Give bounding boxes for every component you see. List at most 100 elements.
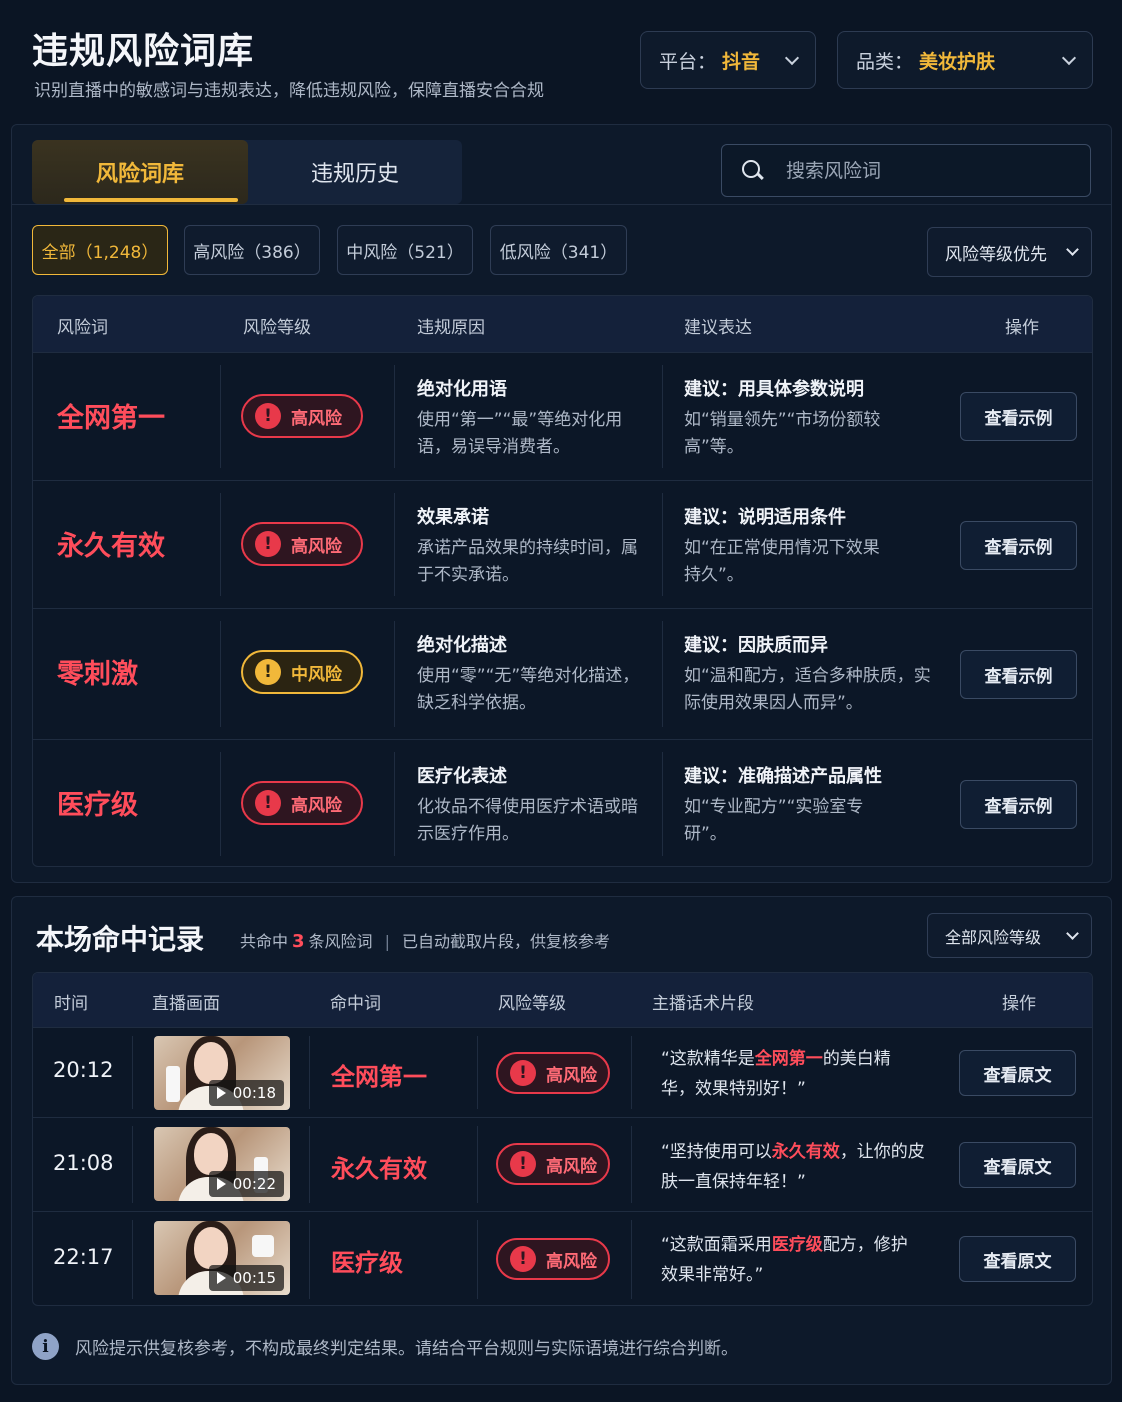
page-title: 违规风险词库 [32,31,255,72]
hit-term: 永久有效 [331,1155,427,1183]
duration-badge: 00:18 [208,1080,284,1106]
search-box[interactable] [721,144,1091,197]
chevron-down-icon [1066,243,1079,256]
alert-icon: ! [255,403,281,429]
table-header: 风险词 风险等级 违规原因 建议表达 操作 [33,296,1092,352]
reason-title: 绝对化用语 [417,379,507,400]
column-header: 直播画面 [152,994,220,1014]
summary-note: 已自动截取片段，供复核参考 [401,932,610,951]
alert-icon: ! [510,1060,536,1086]
disclaimer-notice: i 风险提示供复核参考，不构成最终判定结果。请结合平台规则与实际语境进行综合判断… [32,1333,738,1360]
summary-prefix: 共命中 [240,932,289,951]
host-quote: “这款精华是全网第一的美白精华，效果特别好！” [661,1044,921,1104]
table-row: 零刺激 ! 中风险 绝对化描述 使用“零”“无”等绝对化描述，缺乏科学依据。 建… [33,608,1092,739]
platform-value: 抖音 [722,50,761,73]
column-divider [220,365,221,468]
sort-select[interactable]: 风险等级优先 [927,227,1092,277]
tab-violation-history[interactable]: 违规历史 [248,140,462,204]
column-header: 建议表达 [684,318,752,338]
risk-level-label: 高风险 [291,408,342,429]
column-header: 命中词 [330,994,381,1014]
summary-suffix: 条风险词 [308,932,373,951]
view-original-button[interactable]: 查看原文 [959,1236,1076,1282]
column-divider [220,621,221,727]
table-row: 20:12 00:18 全网第一 ! 高风险 “这款精华是全网第一的美白精华，效… [33,1027,1092,1117]
hit-count: 3 [292,931,305,952]
hit-term: 医疗级 [331,1249,403,1277]
level-filter-select[interactable]: 全部风险等级 [927,913,1092,958]
risk-level-label: 高风险 [546,1065,597,1086]
column-divider [220,752,221,856]
table-header: 时间 直播画面 命中词 风险等级 主播话术片段 操作 [33,973,1092,1027]
hit-time: 21:08 [53,1151,114,1175]
suggestion-title: 建议：因肤质而异 [684,635,828,656]
live-thumbnail[interactable]: 00:22 [154,1127,290,1201]
play-icon [216,1178,226,1190]
view-original-button[interactable]: 查看原文 [959,1050,1076,1096]
quote-text: “坚持使用可以 [661,1142,772,1162]
reason-text: 使用“零”“无”等绝对化描述，缺乏科学依据。 [417,666,640,713]
filter-all[interactable]: 全部（1,248） [32,225,168,275]
info-icon: i [32,1333,59,1360]
reason-title: 医疗化表述 [417,766,507,787]
column-divider [631,1220,632,1299]
column-divider [477,1126,478,1203]
category-select[interactable]: 品类： 美妆护肤 [837,31,1093,89]
column-header: 操作 [1005,318,1039,338]
alert-icon: ! [510,1246,536,1272]
column-divider [309,1220,310,1299]
view-example-button[interactable]: 查看示例 [960,650,1077,699]
category-value: 美妆护肤 [919,50,996,73]
live-thumbnail[interactable]: 00:18 [154,1036,290,1110]
risk-level-badge: ! 高风险 [496,1238,610,1280]
live-thumbnail[interactable]: 00:15 [154,1221,290,1295]
view-original-button[interactable]: 查看原文 [959,1142,1076,1188]
suggestion-text: 如“温和配方，适合多种肤质，实际使用效果因人而异”。 [684,666,931,713]
risk-level-badge: ! 高风险 [496,1143,610,1185]
risk-term: 医疗级 [57,790,138,821]
platform-select[interactable]: 平台： 抖音 [640,31,816,89]
risk-level-label: 高风险 [291,536,342,557]
quote-highlight: 全网第一 [754,1049,823,1069]
view-example-button[interactable]: 查看示例 [960,780,1077,829]
view-example-button[interactable]: 查看示例 [960,521,1077,570]
quote-text: “这款精华是 [661,1049,755,1069]
filter-mid[interactable]: 中风险（521） [337,225,473,275]
page-subtitle: 识别直播中的敏感词与违规表达，降低违规风险，保障直播安合合规 [34,81,544,101]
column-divider [394,752,395,856]
alert-icon: ! [255,790,281,816]
reason-text: 承诺产品效果的持续时间，属于不实承诺。 [417,538,638,585]
search-input[interactable] [786,159,1066,182]
filter-high[interactable]: 高风险（386） [184,225,320,275]
column-divider [662,621,663,727]
alert-icon: ! [255,659,281,685]
column-header: 违规原因 [417,318,485,338]
column-divider [662,493,663,596]
host-quote: “坚持使用可以永久有效，让你的皮肤一直保持年轻！” [661,1137,931,1197]
risk-table: 风险词 风险等级 违规原因 建议表达 操作 全网第一 ! 高风险 绝对化用语 使… [32,295,1093,867]
column-divider [309,1036,310,1109]
play-icon [216,1087,226,1099]
alert-icon: ! [255,531,281,557]
filter-low[interactable]: 低风险（341） [490,225,627,275]
reason-text: 使用“第一”“最”等绝对化用语，易误导消费者。 [417,410,623,457]
tab-risk-library[interactable]: 风险词库 [32,140,248,204]
column-divider [394,493,395,596]
category-label: 品类： [856,50,914,73]
table-row: 22:17 00:15 医疗级 ! 高风险 “这款面霜采用医疗级配方，修护效果非… [33,1211,1092,1305]
view-example-button[interactable]: 查看示例 [960,392,1077,441]
tab-divider [11,204,1112,205]
host-quote: “这款面霜采用医疗级配方，修护效果非常好。” [661,1230,911,1290]
alert-icon: ! [510,1151,536,1177]
tab-bar: 风险词库 违规历史 [32,140,462,204]
hit-term: 全网第一 [331,1063,427,1091]
risk-term: 永久有效 [57,531,165,562]
risk-level-badge: ! 高风险 [496,1052,610,1094]
column-divider [132,1036,133,1109]
hits-title: 本场命中记录 [36,923,205,956]
risk-level-badge: ! 高风险 [241,781,363,825]
column-divider [309,1126,310,1203]
suggestion-title: 建议：准确描述产品属性 [684,766,882,787]
column-divider [394,621,395,727]
suggestion-title: 建议：用具体参数说明 [684,379,864,400]
